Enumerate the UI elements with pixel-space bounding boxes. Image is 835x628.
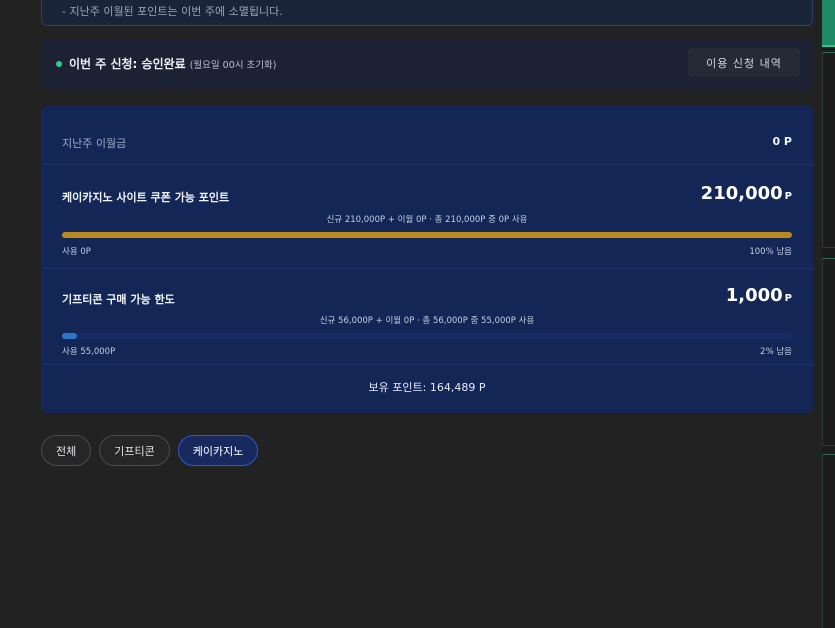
status-dot-icon: [56, 61, 62, 67]
gifticon-progress-track: [62, 333, 792, 339]
filter-tab-all[interactable]: 전체: [41, 435, 92, 466]
gifticon-limit-detail: 신규 56,000P + 이월 0P · 총 56,000P 중 55,000P…: [319, 316, 535, 326]
last-week-value: 0 P: [772, 135, 792, 148]
casino-progress-track: [62, 232, 792, 238]
casino-remaining: 100% 남음: [749, 247, 792, 257]
sidebar-panel-edge: [822, 258, 835, 446]
usage-history-button[interactable]: 이용 신청 내역: [688, 48, 800, 77]
last-week-label: 지난주 이월금: [62, 137, 127, 150]
filter-tab-kcasino[interactable]: 케이카지노: [177, 435, 259, 466]
right-sidebar-edge: [822, 0, 835, 628]
gifticon-limit-title: 기프티콘 구매 가능 한도: [62, 293, 175, 306]
notice-box: - 지난주 이월된 포인트는 이번 주에 소멸됩니다.: [41, 0, 813, 26]
gifticon-limit-amount: 1,000: [725, 285, 783, 306]
status-text: 이번 주 신청: 승인완료: [69, 57, 186, 71]
gifticon-remaining: 2% 남음: [760, 347, 792, 357]
filter-tab-gifticon[interactable]: 기프티콘: [99, 435, 170, 466]
gifticon-used: 사용 55,000P: [62, 347, 116, 357]
notice-text: - 지난주 이월된 포인트는 이번 주에 소멸됩니다.: [62, 5, 283, 18]
divider: [41, 268, 813, 269]
status-label: 이번 주 신청: 승인완료 (월요일 00시 초기화): [69, 55, 276, 72]
sidebar-panel-edge: [822, 52, 835, 248]
casino-points-detail: 신규 210,000P + 이월 0P · 총 210,000P 중 0P 사용: [326, 215, 528, 225]
status-reset-note: (월요일 00시 초기화): [189, 60, 277, 71]
last-week-row: 지난주 이월금 0 P: [41, 106, 813, 165]
sidebar-accent-block: [822, 0, 835, 47]
point-balance: 보유 포인트: 164,489 P: [368, 381, 486, 394]
gifticon-progress-fill: [62, 333, 77, 339]
gifticon-limit-value: 1,000 P: [726, 285, 792, 306]
casino-points-unit: P: [784, 191, 792, 202]
casino-used: 사용 0P: [62, 247, 91, 257]
points-card: 지난주 이월금 0 P 케이카지노 사이트 쿠폰 가능 포인트 210,000 P…: [41, 106, 813, 413]
casino-points-value: 210,000 P: [701, 183, 792, 204]
filter-tabs: 전체 기프티콘 케이카지노: [41, 435, 259, 466]
sidebar-panel-edge: [822, 454, 835, 628]
divider: [41, 364, 813, 365]
casino-points-title: 케이카지노 사이트 쿠폰 가능 포인트: [62, 191, 230, 204]
casino-progress-fill: [62, 232, 792, 238]
gifticon-limit-unit: P: [784, 293, 792, 304]
casino-points-amount: 210,000: [700, 183, 783, 204]
weekly-status-bar: 이번 주 신청: 승인완료 (월요일 00시 초기화) 이용 신청 내역: [41, 39, 813, 89]
